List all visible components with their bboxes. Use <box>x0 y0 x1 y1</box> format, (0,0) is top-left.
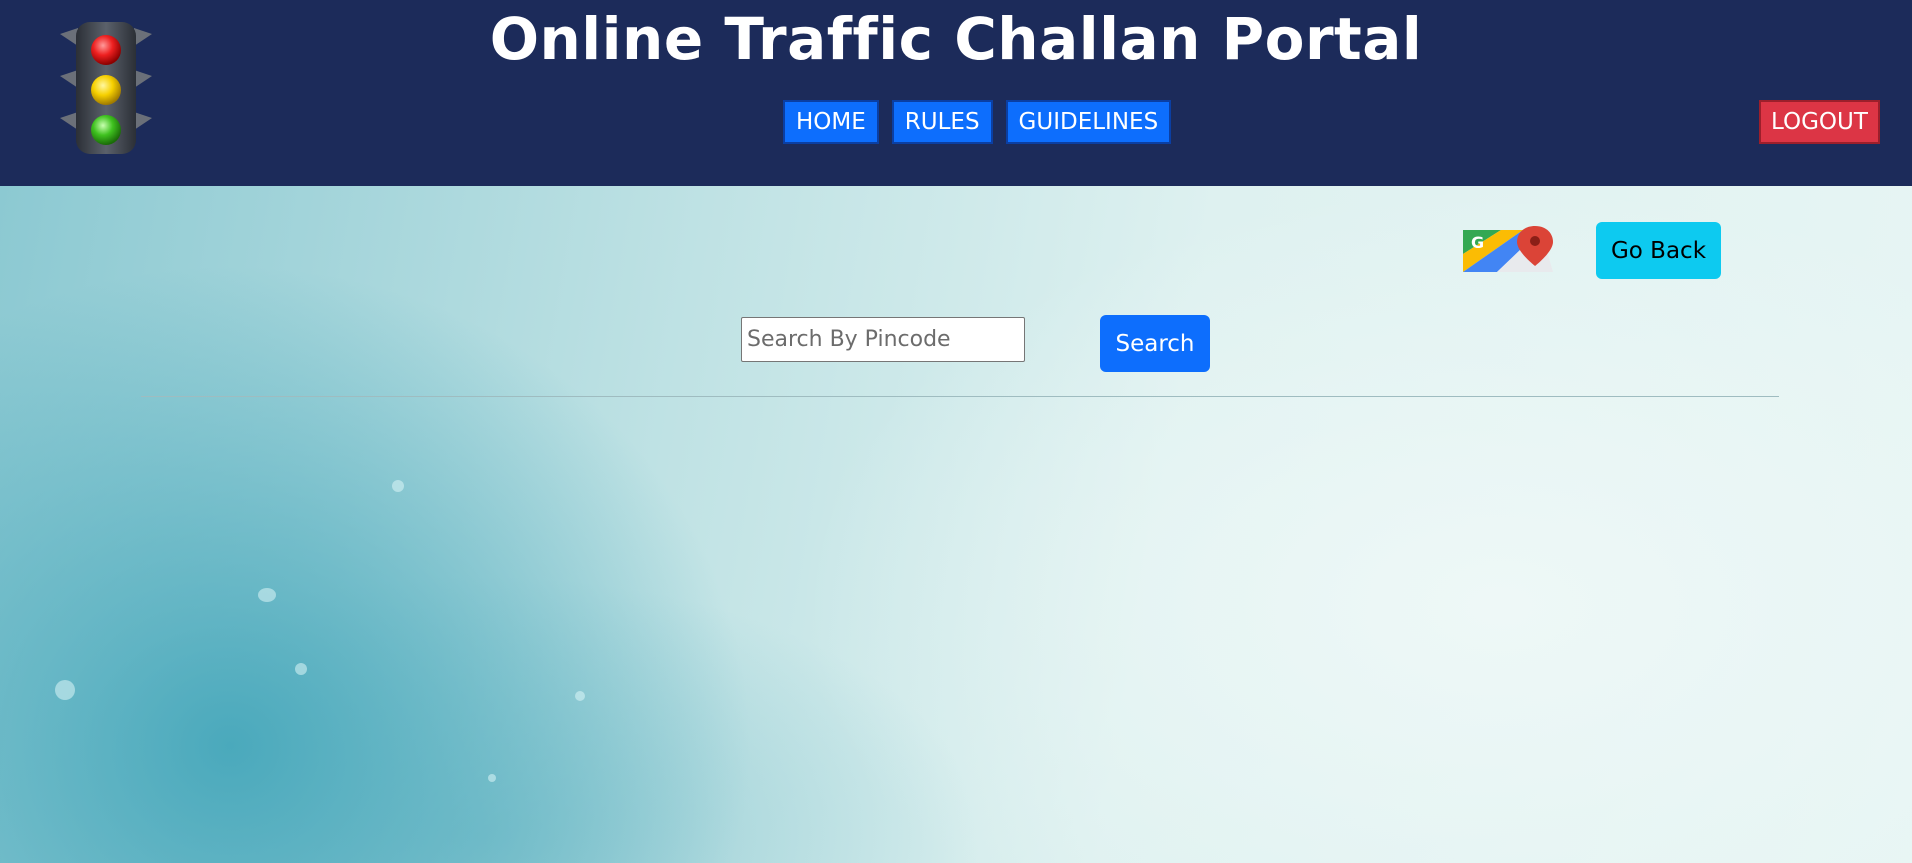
site-header: Online Traffic Challan Portal HOME RULES… <box>0 0 1912 186</box>
background-speck <box>55 680 75 700</box>
main-content <box>0 186 1912 863</box>
google-maps-icon[interactable]: G <box>1461 224 1561 276</box>
main-nav: HOME RULES GUIDELINES <box>783 100 1172 144</box>
background-speck <box>575 691 585 701</box>
logout-button[interactable]: LOGOUT <box>1759 100 1880 144</box>
background-speck <box>258 588 276 602</box>
pincode-search-input[interactable] <box>741 317 1025 362</box>
background-speck <box>392 480 404 492</box>
section-divider <box>141 396 1779 397</box>
search-button[interactable]: Search <box>1100 315 1210 372</box>
nav-home-button[interactable]: HOME <box>783 100 879 144</box>
background-speck <box>295 663 307 675</box>
background-speck <box>488 774 496 782</box>
nav-rules-button[interactable]: RULES <box>891 100 993 144</box>
go-back-button[interactable]: Go Back <box>1596 222 1721 279</box>
page-title: Online Traffic Challan Portal <box>489 5 1423 73</box>
nav-guidelines-button[interactable]: GUIDELINES <box>1005 100 1172 144</box>
svg-text:G: G <box>1471 233 1484 252</box>
